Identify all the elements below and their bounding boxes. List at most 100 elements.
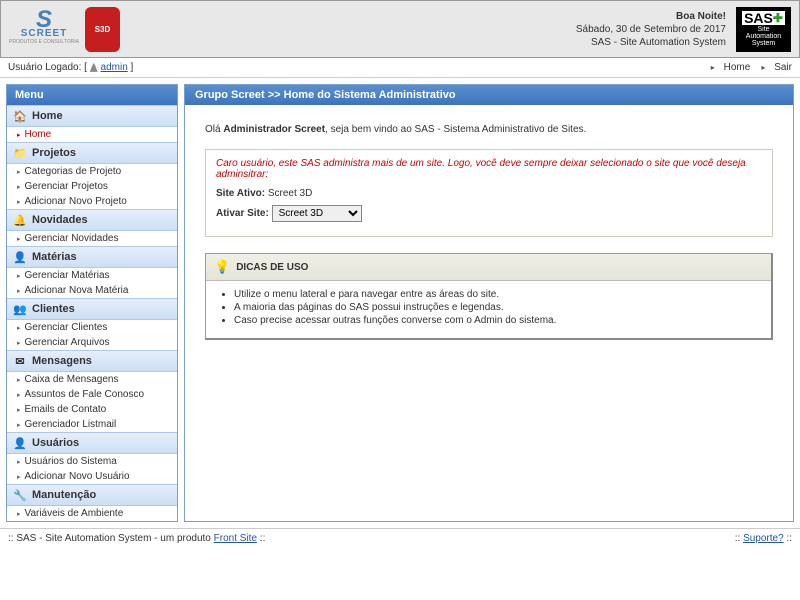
sidebar-item-label: Gerenciador Listmail [25,419,117,430]
tips-header: 💡 DICAS DE USO [206,254,771,281]
sidebar-section[interactable]: 👤 Usuários [7,432,177,454]
triangle-icon: ▸ [17,287,21,295]
section-label: Projetos [32,147,76,159]
sas-logo-big: SAS✚ [742,11,785,25]
sidebar-item[interactable]: ▸ Emails de Contato [7,402,177,417]
triangle-icon: ▸ [17,168,21,176]
section-icon: ✉ [13,354,27,368]
section-label: Usuários [32,437,79,449]
lightbulb-icon: 💡 [214,259,230,275]
activate-site-row: Ativar Site: Screet 3D [216,205,762,222]
sas-logo: SAS✚ Site Automation System [736,7,791,52]
triangle-icon: ▸ [17,131,21,139]
sidebar-section[interactable]: 🔔Novidades [7,209,177,231]
sidebar-item[interactable]: ▸Usuários do Sistema [7,454,177,469]
sidebar-item[interactable]: ▸ Gerenciar Arquivos [7,335,177,350]
section-icon: 🏠 [13,109,27,123]
sidebar-item[interactable]: ▸ Gerenciador Listmail [7,417,177,432]
footer-support-link[interactable]: Suporte? [743,533,784,544]
s3d-badge-icon: S3D [85,7,120,52]
tip-item: Caso precise acessar outras funções conv… [234,315,759,326]
logged-user-block: Usuário Logado: [ admin ] [8,62,133,73]
triangle-icon: ▸ [17,510,21,518]
warn-text: Caro usuário, este SAS administra mais d… [216,158,762,180]
section-icon: 👤 [13,436,27,450]
header-bar: S SCREET PRODUTOS E CONSULTORIA S3D Boa … [0,0,800,58]
triangle-icon: ▸ [17,339,21,347]
footer: :: SAS - Site Automation System - um pro… [0,528,800,548]
sidebar-item[interactable]: ▸ Adicionar Nova Matéria [7,283,177,298]
arrow-icon: ▸ [761,63,765,72]
triangle-icon: ▸ [17,376,21,384]
breadcrumb: Grupo Screet >> Home do Sistema Administ… [185,85,793,105]
active-site-box: Caro usuário, este SAS administra mais d… [205,149,773,237]
sidebar-item-label: Adicionar Nova Matéria [25,285,129,296]
sidebar-item[interactable]: ▸Adicionar Novo Projeto [7,194,177,209]
footer-left: :: SAS - Site Automation System - um pro… [8,533,265,544]
topbar-right: ▸ Home ▸ Sair [711,62,792,73]
screet-logo-text: SCREET [21,28,68,39]
sidebar-item-label: Gerenciar Arquivos [25,337,110,348]
sidebar-section[interactable]: 👤 Matérias [7,246,177,268]
section-label: Mensagens [32,355,92,367]
sidebar-item[interactable]: ▸Adicionar Novo Usuário [7,469,177,484]
footer-right: :: Suporte? :: [735,533,792,544]
section-label: Matérias [32,251,77,263]
tip-item: A maioria das páginas do SAS possui inst… [234,302,759,313]
user-icon [90,63,98,72]
screet-swoosh-icon: S [36,13,52,27]
activate-site-select[interactable]: Screet 3D [272,205,362,222]
sidebar-item-label: Emails de Contato [25,404,107,415]
triangle-icon: ▸ [17,324,21,332]
tips-list: Utilize o menu lateral e para navegar en… [206,281,771,338]
sidebar-item-label: Variáveis de Ambiente [25,508,124,519]
sidebar-section[interactable]: 👥Clientes [7,298,177,320]
triangle-icon: ▸ [17,235,21,243]
sidebar-item[interactable]: ▸Gerenciar Projetos [7,179,177,194]
triangle-icon: ▸ [17,183,21,191]
sidebar-item[interactable]: ▸ Variáveis de Ambiente [7,506,177,521]
sidebar-section[interactable]: ✉ Mensagens [7,350,177,372]
sidebar-item-label: Categorias de Projeto [25,166,122,177]
main-panel: Grupo Screet >> Home do Sistema Administ… [184,84,794,522]
sidebar-item[interactable]: ▸Assuntos de Fale Conosco [7,387,177,402]
triangle-icon: ▸ [17,458,21,466]
arrow-icon: ▸ [711,63,715,72]
logged-user-link[interactable]: admin [101,62,128,73]
sidebar-item[interactable]: ▸ Gerenciar Novidades [7,231,177,246]
sidebar-section[interactable]: 📁 Projetos [7,142,177,164]
sidebar-title: Menu [7,85,177,105]
triangle-icon: ▸ [17,406,21,414]
tips-title: DICAS DE USO [236,262,308,273]
tips-box: 💡 DICAS DE USO Utilize o menu lateral e … [205,253,773,340]
sidebar-item[interactable]: ▸Gerenciar Matérias [7,268,177,283]
sidebar-item[interactable]: ▸Caixa de Mensagens [7,372,177,387]
sidebar-item[interactable]: ▸ Gerenciar Clientes [7,320,177,335]
greeting-system: SAS - Site Automation System [120,36,726,49]
triangle-icon: ▸ [17,391,21,399]
sidebar-section[interactable]: 🏠Home [7,105,177,127]
topbar-home-link[interactable]: Home [724,62,751,73]
section-icon: 🔧 [13,488,27,502]
footer-frontsite-link[interactable]: Front Site [214,533,257,544]
screet-logo: S SCREET PRODUTOS E CONSULTORIA [9,9,79,49]
topbar: Usuário Logado: [ admin ] ▸ Home ▸ Sair [0,58,800,78]
sidebar-item-label: Gerenciar Clientes [25,322,108,333]
section-icon: 📁 [13,146,27,160]
section-icon: 👤 [13,250,27,264]
sidebar-section[interactable]: 🔧 Manutenção [7,484,177,506]
section-label: Novidades [32,214,88,226]
greeting-text: Boa Noite! [120,10,726,23]
section-label: Manutenção [32,489,96,501]
tip-item: Utilize o menu lateral e para navegar en… [234,289,759,300]
sidebar-item-label: Gerenciar Novidades [25,233,119,244]
sidebar-item-label: Adicionar Novo Usuário [25,471,130,482]
site-active-row: Site Ativo: Screet 3D [216,188,762,199]
sidebar-item[interactable]: ▸ Categorias de Projeto [7,164,177,179]
triangle-icon: ▸ [17,421,21,429]
site-active-value: Screet 3D [268,188,312,199]
sidebar-item[interactable]: ▸Home [7,127,177,142]
topbar-exit-link[interactable]: Sair [774,62,792,73]
triangle-icon: ▸ [17,272,21,280]
screet-logo-sub: PRODUTOS E CONSULTORIA [9,39,79,45]
